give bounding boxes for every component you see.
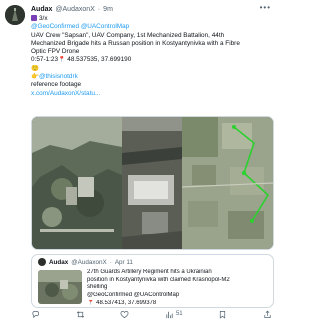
repost-icon: [76, 310, 84, 318]
views-count: 51: [175, 311, 183, 317]
quoted-tweet-header: Audax @AudaxonX · Apr 11: [38, 258, 133, 266]
media-image-3[interactable]: [182, 117, 273, 249]
quoted-line-2: position in Kostyantynivka with claimed …: [87, 276, 230, 283]
quoted-author-name: Audax: [49, 258, 69, 266]
share-button[interactable]: [263, 310, 272, 319]
timecode-line: 0:57-1:23📍 48.537535, 37.699190: [31, 56, 267, 64]
like-icon: [120, 310, 129, 318]
tweet-card[interactable]: Audax @AudaxonX · 9m ••• 3/x @GeoConfirm…: [0, 0, 279, 320]
views-icon: [166, 311, 173, 318]
quoted-author-handle: @AudaxonX: [71, 258, 107, 266]
thread-count-line: 3/x: [31, 15, 267, 23]
author-avatar[interactable]: [5, 5, 25, 25]
body-line-2: Mechanized Brigade hits a Russan positio…: [31, 39, 240, 47]
quoted-author-avatar: [38, 258, 46, 266]
reference-text: reference footage: [31, 81, 82, 89]
emoji-line: 🙂: [31, 65, 267, 73]
round-pushpin-icon: 📍: [87, 299, 95, 306]
thread-count: 3/x: [39, 15, 48, 22]
quoted-separator: ·: [109, 258, 112, 266]
like-button[interactable]: [120, 310, 129, 319]
pointing-hand-emoji-icon: 👉: [31, 73, 39, 81]
views-button[interactable]: 51: [165, 310, 183, 319]
repost-button[interactable]: [76, 310, 85, 319]
media-image-1[interactable]: [32, 117, 122, 249]
smiley-emoji-icon: 🙂: [31, 64, 39, 72]
author-handle[interactable]: @AudaxonX: [55, 5, 94, 15]
action-bar: 51: [31, 309, 272, 319]
body-line-3: Optic FPV Drone: [31, 48, 80, 56]
timecode: 0:57-1:23: [31, 56, 59, 64]
quoted-line-3: shelling: [87, 284, 108, 291]
quoted-media-thumbnail[interactable]: [38, 270, 82, 304]
status-link[interactable]: x.com/AudaxonX/statu...: [31, 90, 267, 98]
more-options-icon[interactable]: •••: [260, 3, 271, 13]
credit-line: 👉@thisisnotdrk: [31, 73, 267, 81]
square-emoji-icon: [31, 15, 37, 21]
quoted-coordinates: 48.537413, 37.699378: [96, 299, 157, 306]
meta-separator: ·: [97, 6, 101, 13]
mention-links[interactable]: @GeoConfirmed @UAControlMap: [31, 23, 267, 31]
quoted-date: Apr 11: [114, 258, 133, 266]
credit-handle-link[interactable]: @thisisnotdrk: [39, 73, 78, 80]
tweet-time[interactable]: 9m: [103, 5, 113, 15]
author-name[interactable]: Audax: [31, 5, 52, 15]
round-pushpin-icon: 📍: [58, 57, 66, 64]
coordinates: 48.537535, 37.699190: [67, 56, 132, 64]
media-grid[interactable]: [31, 116, 274, 250]
reply-button[interactable]: [31, 310, 40, 319]
bookmark-icon: [220, 310, 226, 319]
quoted-tweet-text: 27th Guards Artillery Regiment hits a Uk…: [87, 269, 269, 307]
quoted-coords-line: 📍 48.537413, 37.699378: [87, 299, 269, 307]
quoted-line-4: @GeoConfirmed @UAControlMap: [87, 292, 180, 299]
media-image-2[interactable]: [122, 117, 182, 249]
quoted-tweet[interactable]: Audax @AudaxonX · Apr 11 27th Guards Art…: [31, 254, 274, 308]
reply-icon: [32, 310, 40, 318]
body-line-1: UAV Crew "Sapsan", UAV Company, 1st Mech…: [31, 31, 225, 39]
bookmark-button[interactable]: [218, 310, 227, 319]
quoted-line-1: 27th Guards Artillery Regiment hits a Uk…: [87, 269, 212, 275]
tweet-text: 3/x @GeoConfirmed @UAControlMap UAV Crew…: [31, 15, 267, 98]
share-icon: [264, 310, 271, 318]
